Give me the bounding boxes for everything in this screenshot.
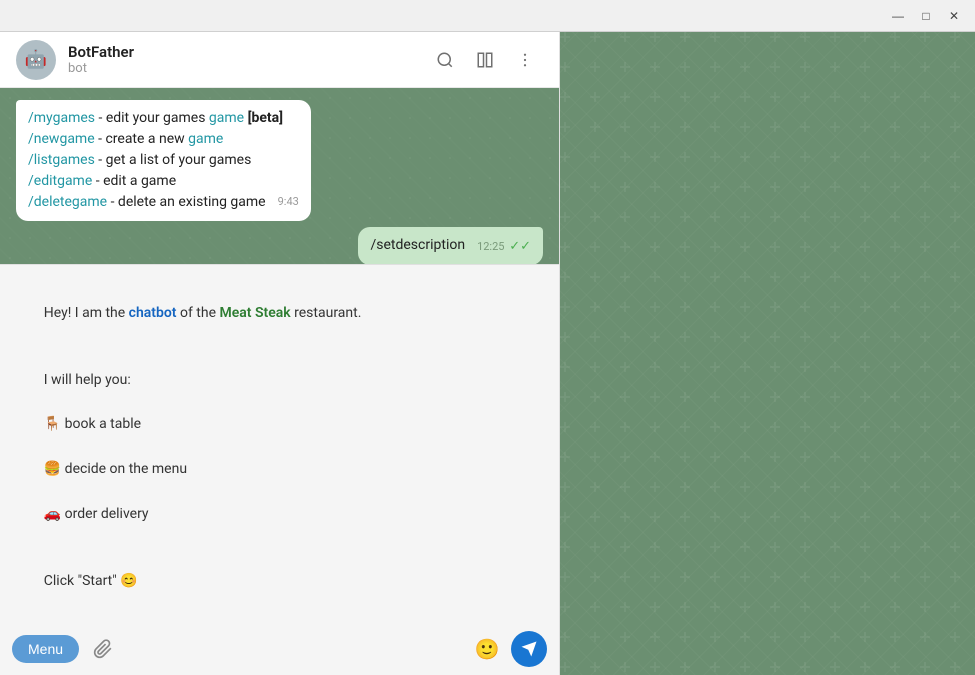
input-text-content[interactable]: Hey! I am the chatbot of the Meat Steak … [0,265,559,623]
menu-button[interactable]: Menu [12,635,79,663]
msg2-text: /setdescription [370,237,465,253]
layout-icon [476,51,494,69]
layout-button[interactable] [467,42,503,78]
cmd-mygames[interactable]: /mygames [28,110,95,126]
time-2: 12:25 ✓✓ [477,237,531,257]
close-button[interactable]: ✕ [941,5,967,27]
left-panel: 🤖 BotFather bot [0,32,560,675]
avatar: 🤖 [16,40,56,80]
cmd-newgame[interactable]: /newgame [28,131,95,147]
emoji-icon: 🙂 [475,637,500,662]
send-icon [520,640,538,658]
paperclip-icon [93,639,113,659]
right-panel-background [560,32,975,675]
header-icons [427,42,543,78]
messages-area: /mygames - edit your games game [beta] /… [0,88,559,264]
cmd-editgame[interactable]: /editgame [28,173,92,189]
minimize-button[interactable]: — [885,5,911,27]
attach-button[interactable] [87,633,119,665]
bubble-2: /setdescription 12:25 ✓✓ [358,227,543,264]
app-container: 🤖 BotFather bot [0,32,975,675]
more-icon [516,51,534,69]
bubble-1: /mygames - edit your games game [beta] /… [16,100,311,221]
input-area: Hey! I am the chatbot of the Meat Steak … [0,264,559,675]
chat-status: bot [68,61,427,76]
chatbot-highlight: chatbot [129,305,177,321]
cmd-newgame-link[interactable]: game [188,131,223,147]
title-bar: — □ ✕ [0,0,975,32]
message-2: /setdescription 12:25 ✓✓ [16,227,543,264]
time-1: 9:43 [278,194,299,211]
tick-2: ✓✓ [509,239,531,254]
restaurant-highlight: Meat Steak [219,305,290,321]
search-icon [436,51,454,69]
chat-info: BotFather bot [68,43,427,76]
send-button[interactable] [511,631,547,667]
cmd-listgames[interactable]: /listgames [28,152,95,168]
right-panel [560,32,975,675]
message-1: /mygames - edit your games game [beta] /… [16,100,543,221]
emoji-button[interactable]: 🙂 [471,633,503,665]
search-button[interactable] [427,42,463,78]
maximize-button[interactable]: □ [913,5,939,27]
chat-name: BotFather [68,43,427,61]
beta-label: [beta] [248,110,283,126]
more-options-button[interactable] [507,42,543,78]
input-row: Menu 🙂 [0,623,559,675]
cmd-games-beta[interactable]: game [209,110,244,126]
cmd-deletegame[interactable]: /deletegame [28,194,107,210]
message-input[interactable] [127,641,463,657]
chat-header: 🤖 BotFather bot [0,32,559,88]
